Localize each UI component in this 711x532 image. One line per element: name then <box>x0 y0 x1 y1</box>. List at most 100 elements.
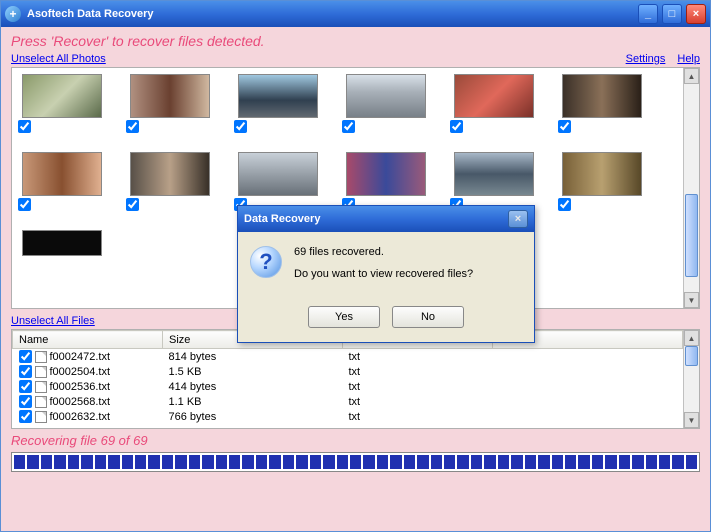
scroll-down-arrow-icon[interactable]: ▼ <box>684 292 699 308</box>
photo-thumbnail[interactable] <box>130 74 210 118</box>
scroll-up-arrow-icon[interactable]: ▲ <box>684 330 699 346</box>
file-icon <box>35 411 47 423</box>
progress-segment <box>511 455 522 469</box>
unselect-all-photos-link[interactable]: Unselect All Photos <box>11 53 106 65</box>
photo-thumbnail[interactable] <box>346 152 426 196</box>
file-icon <box>35 366 47 378</box>
photo-item[interactable] <box>454 74 534 118</box>
photo-item[interactable] <box>22 74 102 118</box>
progress-segment <box>457 455 468 469</box>
status-text: Recovering file 69 of 69 <box>11 433 700 448</box>
settings-link[interactable]: Settings <box>626 53 666 65</box>
photo-thumbnail[interactable] <box>22 74 102 118</box>
progress-segment <box>323 455 334 469</box>
photo-item[interactable] <box>238 74 318 118</box>
progress-segment <box>686 455 697 469</box>
progress-segment <box>175 455 186 469</box>
photo-item[interactable] <box>562 74 642 118</box>
scroll-thumb[interactable] <box>685 194 698 277</box>
photo-thumbnail[interactable] <box>562 74 642 118</box>
photo-item[interactable] <box>22 152 102 196</box>
scroll-thumb[interactable] <box>685 346 698 366</box>
photo-thumbnail[interactable] <box>238 74 318 118</box>
photo-thumbnail[interactable] <box>22 152 102 196</box>
photo-item[interactable] <box>346 74 426 118</box>
file-checkbox[interactable] <box>19 365 32 378</box>
photo-checkbox[interactable] <box>234 120 247 133</box>
photo-checkbox[interactable] <box>558 120 571 133</box>
progress-segment <box>377 455 388 469</box>
column-header-name[interactable]: Name <box>13 331 163 349</box>
dialog-close-button[interactable]: × <box>508 210 528 228</box>
progress-segment <box>350 455 361 469</box>
progress-segment <box>310 455 321 469</box>
file-checkbox[interactable] <box>19 350 32 363</box>
photo-item[interactable] <box>346 152 426 196</box>
photo-item[interactable] <box>22 230 102 256</box>
table-row[interactable]: f0002504.txt1.5 KBtxt <box>13 364 683 379</box>
photo-thumbnail[interactable] <box>130 152 210 196</box>
recovery-complete-dialog: Data Recovery × ? 69 files recovered. Do… <box>237 205 535 343</box>
dialog-title-bar: Data Recovery × <box>238 206 534 232</box>
files-scrollbar[interactable]: ▲ ▼ <box>683 330 699 428</box>
photo-thumbnail[interactable] <box>454 152 534 196</box>
scroll-track[interactable] <box>684 346 699 412</box>
photo-checkbox[interactable] <box>126 120 139 133</box>
unselect-all-files-link[interactable]: Unselect All Files <box>11 315 95 327</box>
minimize-button[interactable]: _ <box>638 4 658 24</box>
scroll-down-arrow-icon[interactable]: ▼ <box>684 412 699 428</box>
photo-item[interactable] <box>454 152 534 196</box>
progress-segment <box>229 455 240 469</box>
help-link[interactable]: Help <box>677 53 700 65</box>
photo-thumbnail[interactable] <box>346 74 426 118</box>
photo-thumbnail[interactable] <box>22 230 102 256</box>
progress-segment <box>68 455 79 469</box>
progress-segment <box>256 455 267 469</box>
files-table: Name Size Extension f0002472.txt814 byte… <box>12 330 683 424</box>
photo-thumbnail[interactable] <box>562 152 642 196</box>
progress-segment <box>363 455 374 469</box>
yes-button[interactable]: Yes <box>308 306 380 328</box>
photo-thumbnail[interactable] <box>454 74 534 118</box>
photo-checkbox[interactable] <box>126 198 139 211</box>
no-button[interactable]: No <box>392 306 464 328</box>
scroll-up-arrow-icon[interactable]: ▲ <box>684 68 699 84</box>
table-row[interactable]: f0002568.txt1.1 KBtxt <box>13 394 683 409</box>
photo-item[interactable] <box>130 74 210 118</box>
table-row[interactable]: f0002472.txt814 bytestxt <box>13 349 683 365</box>
photo-item[interactable] <box>562 152 642 196</box>
dialog-title: Data Recovery <box>244 213 508 225</box>
progress-segment <box>646 455 657 469</box>
photo-thumbnail[interactable] <box>238 152 318 196</box>
close-button[interactable]: × <box>686 4 706 24</box>
photo-item[interactable] <box>238 152 318 196</box>
photo-checkbox[interactable] <box>450 120 463 133</box>
photo-checkbox[interactable] <box>342 120 355 133</box>
app-logo-icon: + <box>5 6 21 22</box>
photos-scrollbar[interactable]: ▲ ▼ <box>683 68 699 308</box>
file-checkbox[interactable] <box>19 380 32 393</box>
file-size: 1.5 KB <box>163 364 343 379</box>
progress-segment <box>659 455 670 469</box>
progress-segment <box>578 455 589 469</box>
file-checkbox[interactable] <box>19 395 32 408</box>
window-title: Asoftech Data Recovery <box>27 8 634 20</box>
progress-segment <box>81 455 92 469</box>
progress-segment <box>484 455 495 469</box>
photo-checkbox[interactable] <box>558 198 571 211</box>
table-row[interactable]: f0002632.txt766 bytestxt <box>13 409 683 424</box>
maximize-button[interactable]: □ <box>662 4 682 24</box>
photo-item[interactable] <box>130 152 210 196</box>
photo-checkbox[interactable] <box>18 198 31 211</box>
file-size: 1.1 KB <box>163 394 343 409</box>
scroll-track[interactable] <box>684 84 699 292</box>
progress-segment <box>417 455 428 469</box>
photo-checkbox[interactable] <box>18 120 31 133</box>
table-row[interactable]: f0002536.txt414 bytestxt <box>13 379 683 394</box>
file-name: f0002536.txt <box>50 381 111 393</box>
file-icon <box>35 381 47 393</box>
file-checkbox[interactable] <box>19 410 32 423</box>
progress-segment <box>552 455 563 469</box>
progress-segment <box>54 455 65 469</box>
question-mark-icon: ? <box>250 246 282 278</box>
